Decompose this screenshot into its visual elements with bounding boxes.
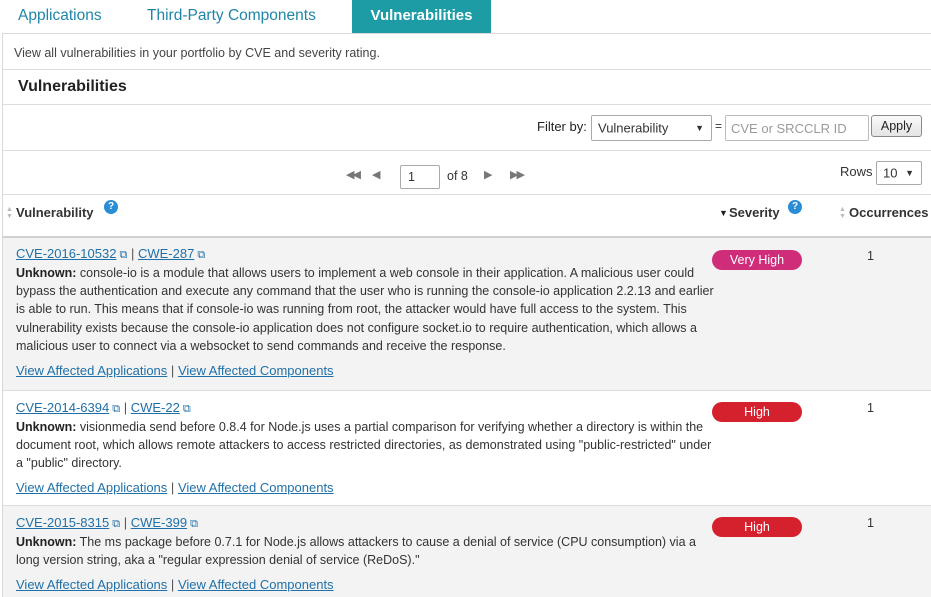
affected-links: View Affected Applications | View Affect… (16, 480, 334, 495)
vulnerability-description: Unknown: The ms package before 0.7.1 for… (16, 533, 716, 569)
column-header-severity[interactable]: Severity (729, 205, 780, 220)
description-text: visionmedia send before 0.8.4 for Node.j… (16, 420, 712, 471)
external-link-icon[interactable]: ⧉ (112, 518, 120, 531)
tab-third-party-components[interactable]: Third-Party Components (147, 0, 316, 34)
separator: | (130, 246, 138, 261)
column-header-occurrences[interactable]: Occurrences (849, 205, 929, 220)
cwe-link[interactable]: CWE-287 (138, 246, 194, 261)
filter-type-select[interactable]: Vulnerability ▼ (591, 115, 712, 141)
filter-type-value: Vulnerability (598, 120, 669, 136)
occurrences-count: 1 (867, 516, 874, 530)
column-header-vulnerability[interactable]: Vulnerability (16, 205, 94, 220)
prev-page-icon[interactable]: ◀ (372, 168, 381, 181)
separator: | (123, 400, 131, 415)
description-text: The ms package before 0.7.1 for Node.js … (16, 535, 696, 568)
separator: | (170, 363, 175, 378)
view-affected-components-link[interactable]: View Affected Components (178, 577, 334, 592)
vulnerability-description: Unknown: console-io is a module that all… (16, 264, 716, 355)
table-row: CVE-2015-8315 ⧉ | CWE-399 ⧉ Unknown: The m… (3, 505, 931, 597)
last-page-icon[interactable]: ▶▶ (510, 168, 525, 181)
divider (3, 194, 931, 195)
external-link-icon[interactable]: ⧉ (119, 249, 127, 262)
cwe-link[interactable]: CWE-22 (131, 400, 180, 415)
separator: | (123, 515, 131, 530)
vulnerability-ids: CVE-2015-8315 ⧉ | CWE-399 ⧉ (16, 515, 198, 531)
description-text: console-io is a module that allows users… (16, 266, 714, 353)
rows-per-page-value: 10 (883, 165, 898, 181)
external-link-icon[interactable]: ⧉ (197, 249, 205, 262)
rows-label: Rows (840, 164, 873, 179)
apply-button[interactable]: Apply (871, 115, 922, 137)
affected-links: View Affected Applications | View Affect… (16, 577, 334, 592)
vulnerabilities-panel: View all vulnerabilities in your portfol… (2, 33, 931, 597)
table-row: CVE-2014-6394 ⧉ | CWE-22 ⧉ Unknown: vision… (3, 390, 931, 505)
divider (3, 150, 931, 151)
external-link-icon[interactable]: ⧉ (183, 403, 191, 416)
separator: | (170, 577, 175, 592)
vulnerability-description: Unknown: visionmedia send before 0.8.4 f… (16, 418, 716, 473)
sort-desc-icon[interactable]: ▼ (719, 209, 728, 218)
vulnerability-ids: CVE-2016-10532 ⧉ | CWE-287 ⧉ (16, 246, 205, 262)
section-title: Vulnerabilities (18, 78, 127, 95)
external-link-icon[interactable]: ⧉ (190, 518, 198, 531)
external-link-icon[interactable]: ⧉ (112, 403, 120, 416)
occurrences-count: 1 (867, 249, 874, 263)
severity-badge: Very High (712, 250, 802, 270)
affected-links: View Affected Applications | View Affect… (16, 363, 334, 378)
chevron-down-icon: ▼ (905, 168, 914, 178)
description-prefix: Unknown: (16, 420, 77, 434)
cve-link[interactable]: CVE-2015-8315 (16, 515, 109, 530)
cve-link[interactable]: CVE-2014-6394 (16, 400, 109, 415)
cve-link[interactable]: CVE-2016-10532 (16, 246, 116, 261)
page-description: View all vulnerabilities in your portfol… (14, 46, 380, 60)
description-prefix: Unknown: (16, 535, 77, 549)
sort-icon[interactable]: ▲ ▼ (839, 206, 846, 220)
next-page-icon[interactable]: ▶ (484, 168, 493, 181)
separator: | (170, 480, 175, 495)
filter-value-input[interactable] (725, 115, 869, 141)
help-icon[interactable]: ? (104, 200, 118, 214)
cwe-link[interactable]: CWE-399 (131, 515, 187, 530)
help-icon[interactable]: ? (788, 200, 802, 214)
first-page-icon[interactable]: ◀◀ (346, 168, 361, 181)
divider (3, 104, 931, 105)
page-number-input[interactable]: 1 (400, 165, 440, 189)
sort-icon[interactable]: ▲ ▼ (6, 206, 13, 220)
description-prefix: Unknown: (16, 266, 77, 280)
filter-label: Filter by: (537, 119, 587, 134)
divider (3, 69, 931, 70)
tab-vulnerabilities[interactable]: Vulnerabilities (352, 0, 491, 34)
rows-per-page-select[interactable]: 10 ▼ (876, 161, 922, 185)
severity-badge: High (712, 517, 802, 537)
tab-bar: Applications Third-Party Components Vuln… (0, 0, 931, 34)
occurrences-count: 1 (867, 401, 874, 415)
severity-badge: High (712, 402, 802, 422)
view-affected-components-link[interactable]: View Affected Components (178, 363, 334, 378)
view-affected-applications-link[interactable]: View Affected Applications (16, 480, 167, 495)
view-affected-applications-link[interactable]: View Affected Applications (16, 577, 167, 592)
equals-sign: = (715, 119, 723, 133)
view-affected-applications-link[interactable]: View Affected Applications (16, 363, 167, 378)
tab-applications[interactable]: Applications (18, 0, 102, 34)
chevron-down-icon: ▼ (695, 123, 704, 133)
vulnerability-ids: CVE-2014-6394 ⧉ | CWE-22 ⧉ (16, 400, 191, 416)
table-row: CVE-2016-10532 ⧉ | CWE-287 ⧉ Unknown: cons… (3, 236, 931, 390)
page-count: of 8 (447, 169, 468, 183)
view-affected-components-link[interactable]: View Affected Components (178, 480, 334, 495)
